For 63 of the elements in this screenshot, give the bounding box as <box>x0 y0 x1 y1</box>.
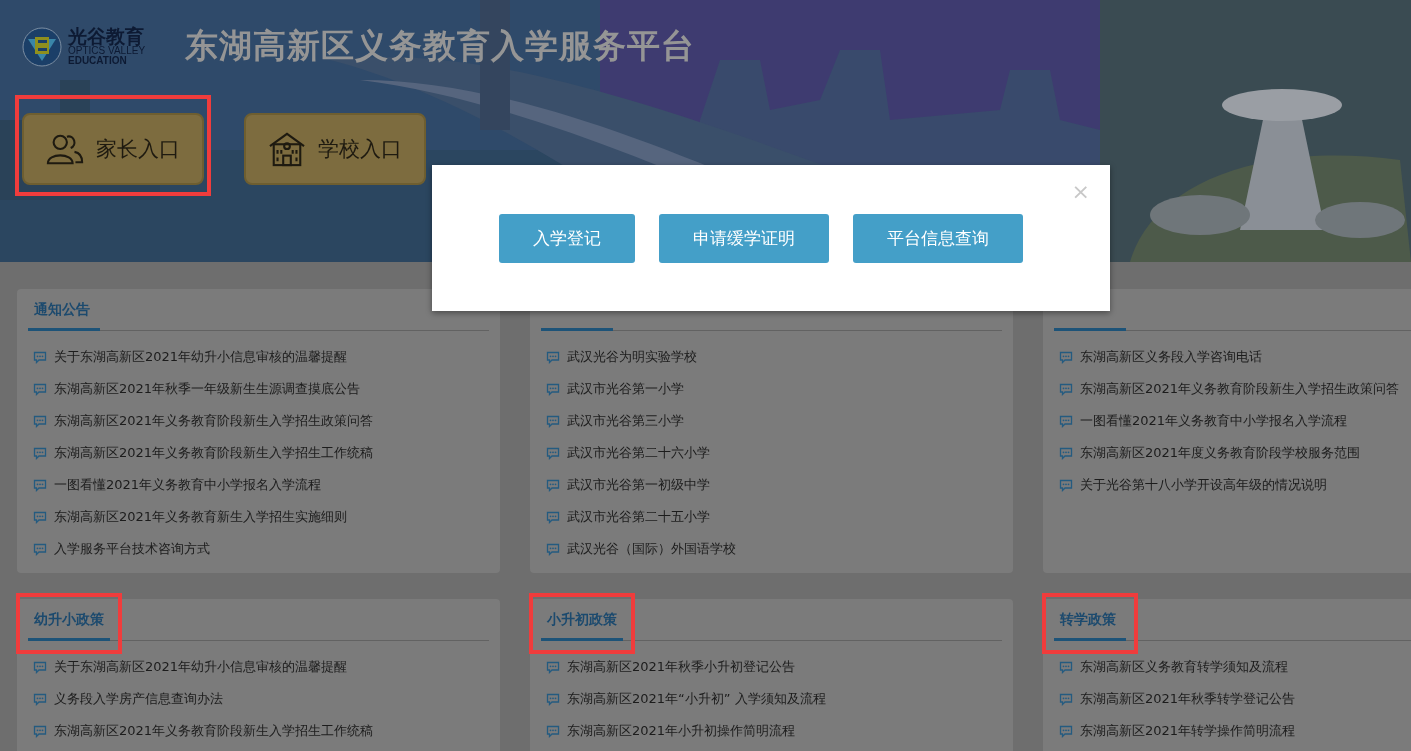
message-icon <box>1059 350 1073 364</box>
message-icon <box>1059 446 1073 460</box>
action-button[interactable]: 申请缓学证明 <box>659 213 829 263</box>
entry-button[interactable]: 家长入口 <box>22 113 204 185</box>
message-icon <box>546 510 560 524</box>
action-button[interactable]: 平台信息查询 <box>853 213 1023 263</box>
entry-button[interactable]: 学校入口 <box>244 113 426 185</box>
message-icon <box>1059 692 1073 706</box>
article-link[interactable]: 东湖高新区2021年义务教育阶段新生入学招生政策问答 <box>54 412 374 430</box>
site-title: 东湖高新区义务教育入学服务平台 <box>185 25 696 67</box>
article-link[interactable]: 武汉光谷（国际）外国语学校 <box>567 540 736 558</box>
message-icon <box>1059 478 1073 492</box>
message-icon <box>33 446 47 460</box>
article-link[interactable]: 武汉光谷为明实验学校 <box>567 348 697 366</box>
message-icon <box>33 724 47 738</box>
article-link[interactable]: 东湖高新区2021年义务教育阶段新生入学招生工作统稿 <box>54 722 374 740</box>
article-link[interactable]: 东湖高新区2021年秋季小升初登记公告 <box>567 658 796 676</box>
article-link[interactable]: 东湖高新区2021年义务教育阶段新生入学招生政策问答 <box>1080 380 1400 398</box>
message-icon <box>546 542 560 556</box>
school-building-icon <box>268 131 306 167</box>
message-icon <box>546 724 560 738</box>
article-link[interactable]: 东湖高新区2021年“小升初” 入学须知及流程 <box>567 690 826 708</box>
article-link[interactable]: 东湖高新区2021年转学操作简明流程 <box>1080 722 1296 740</box>
message-icon <box>33 414 47 428</box>
article-link[interactable]: 东湖高新区2021年义务教育新生入学招生实施细则 <box>54 508 348 526</box>
card-title: 幼升小政策 <box>28 611 110 641</box>
message-icon <box>33 510 47 524</box>
message-icon <box>33 382 47 396</box>
article-link[interactable]: 关于东湖高新区2021年幼升小信息审核的温馨提醒 <box>54 658 348 676</box>
message-icon <box>546 446 560 460</box>
message-icon <box>1059 414 1073 428</box>
card-title: 转学政策 <box>1054 611 1126 641</box>
message-icon <box>33 478 47 492</box>
message-icon <box>1059 724 1073 738</box>
message-icon <box>33 542 47 556</box>
article-link[interactable]: 入学服务平台技术咨询方式 <box>54 540 210 558</box>
article-link[interactable]: 关于东湖高新区2021年幼升小信息审核的温馨提醒 <box>54 348 348 366</box>
message-icon <box>546 414 560 428</box>
message-icon <box>33 660 47 674</box>
card-title: 小升初政策 <box>541 611 623 641</box>
message-icon <box>1059 382 1073 396</box>
message-icon <box>546 478 560 492</box>
article-link[interactable]: 关于光谷第十八小学开设高年级的情况说明 <box>1080 476 1327 494</box>
article-link[interactable]: 东湖高新区义务教育转学须知及流程 <box>1080 658 1288 676</box>
article-link[interactable]: 武汉市光谷第二十五小学 <box>567 508 710 526</box>
action-button[interactable]: 入学登记 <box>499 213 635 263</box>
message-icon <box>1059 660 1073 674</box>
article-link[interactable]: 义务段入学房产信息查询办法 <box>54 690 223 708</box>
article-link[interactable]: 武汉市光谷第三小学 <box>567 412 684 430</box>
message-icon <box>33 350 47 364</box>
message-icon <box>546 692 560 706</box>
message-icon <box>546 350 560 364</box>
message-icon <box>546 660 560 674</box>
message-icon <box>546 382 560 396</box>
logo-icon <box>22 26 62 67</box>
article-link[interactable]: 武汉市光谷第二十六小学 <box>567 444 710 462</box>
article-link[interactable]: 东湖高新区2021年度义务教育阶段学校服务范围 <box>1080 444 1361 462</box>
message-icon <box>33 692 47 706</box>
card-title: 通知公告 <box>28 301 100 331</box>
article-link[interactable]: 东湖高新区义务段入学咨询电话 <box>1080 348 1262 366</box>
article-link[interactable]: 东湖高新区2021年秋季转学登记公告 <box>1080 690 1296 708</box>
article-link[interactable]: 东湖高新区2021年义务教育阶段新生入学招生工作统稿 <box>54 444 374 462</box>
article-link[interactable]: 东湖高新区2021年小升初操作简明流程 <box>567 722 796 740</box>
